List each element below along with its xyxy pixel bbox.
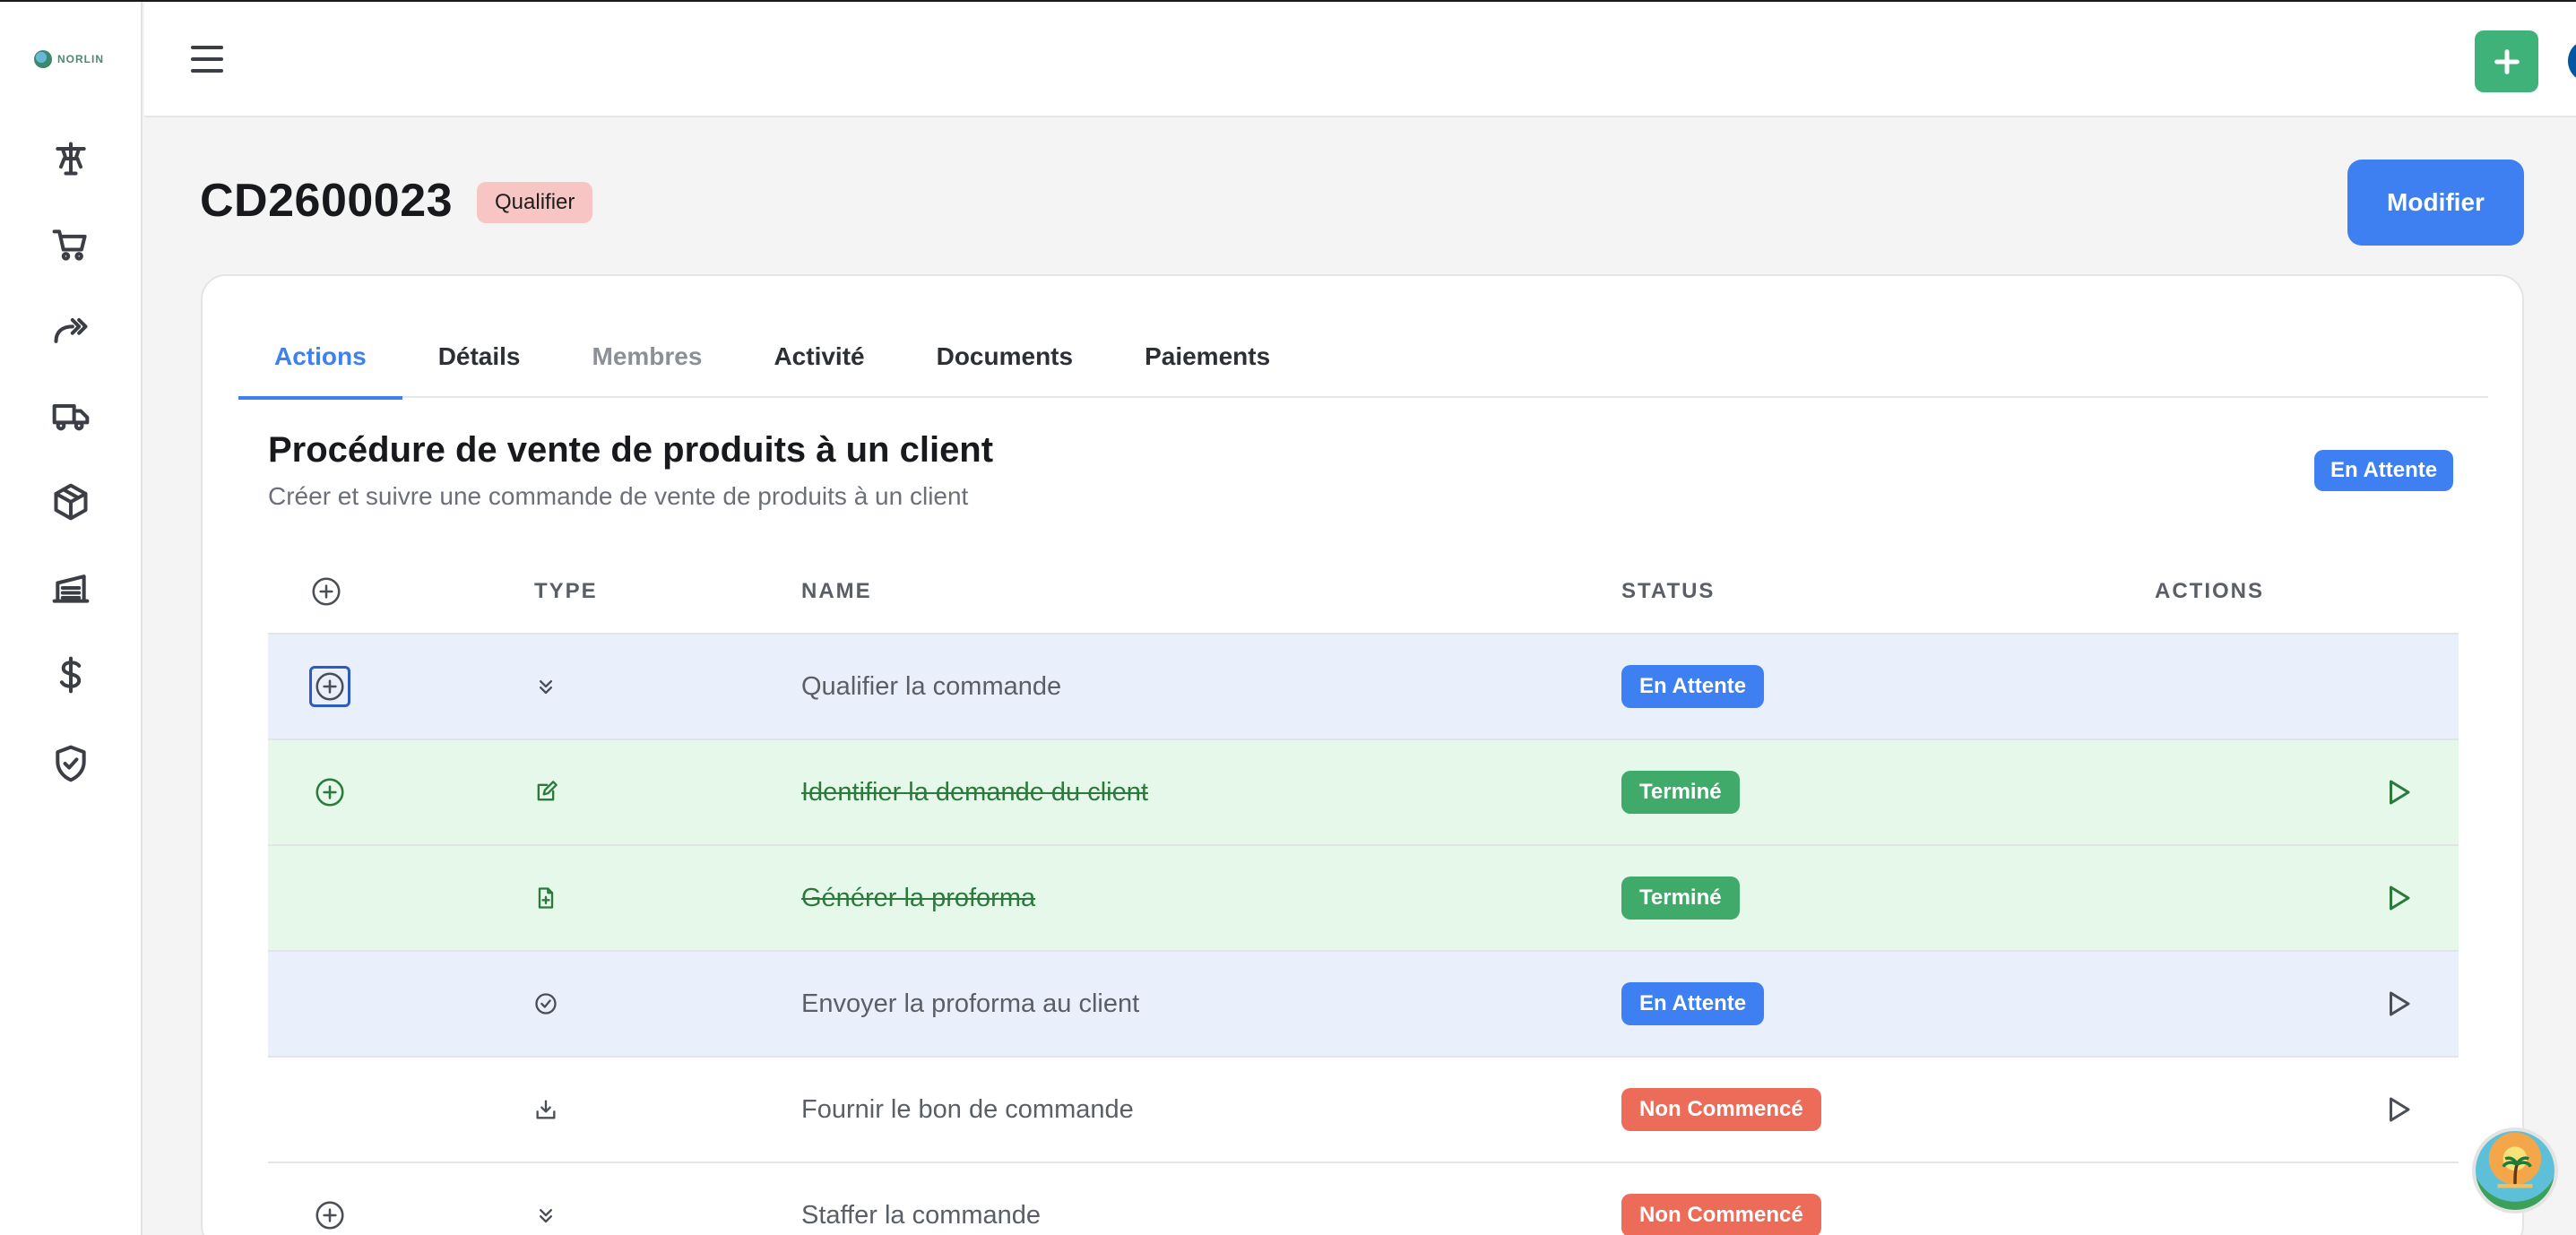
edit-icon bbox=[533, 740, 558, 844]
task-name[interactable]: Qualifier la commande bbox=[801, 672, 1061, 702]
tab-members[interactable]: Membres bbox=[557, 339, 739, 398]
status-badge: Non Commencé bbox=[1621, 1088, 1821, 1131]
assistant-fab[interactable] bbox=[2472, 1127, 2558, 1213]
column-header-type: TYPE bbox=[534, 579, 598, 603]
task-name[interactable]: Envoyer la proforma au client bbox=[801, 989, 1139, 1019]
table-header: TYPE NAME STATUS ACTIONS bbox=[268, 548, 2459, 635]
sidebar-item-finance[interactable] bbox=[50, 654, 91, 695]
status-badge: Qualifier bbox=[477, 182, 593, 223]
status-badge: En Attente bbox=[1621, 982, 1765, 1025]
status-badge: Terminé bbox=[1621, 877, 1740, 920]
sidebar-item-sales[interactable] bbox=[50, 224, 91, 265]
procedure-title: Procédure de vente de produits à un clie… bbox=[268, 430, 994, 470]
logo-globe-icon bbox=[34, 50, 52, 68]
forward-arrows-icon bbox=[54, 317, 88, 343]
sidebar: NORLIN bbox=[0, 2, 143, 1235]
status-badge: Terminé bbox=[1621, 771, 1740, 814]
table-row[interactable]: Envoyer la proforma au client En Attente bbox=[268, 952, 2459, 1058]
expand-all-icon[interactable] bbox=[309, 548, 343, 635]
tab-payments[interactable]: Paiements bbox=[1109, 339, 1306, 398]
file-plus-icon bbox=[533, 846, 558, 950]
sidebar-item-products[interactable] bbox=[50, 481, 91, 522]
tab-actions[interactable]: Actions bbox=[238, 339, 402, 400]
status-badge: Non Commencé bbox=[1621, 1194, 1821, 1235]
cart-icon bbox=[52, 229, 87, 261]
dashboard-icon bbox=[56, 142, 86, 176]
table-row[interactable]: Qualifier la commande En Attente bbox=[268, 635, 2459, 740]
shield-check-icon bbox=[56, 745, 86, 782]
tab-bar: Actions Détails Membres Activité Documen… bbox=[238, 339, 2488, 400]
sidebar-item-dashboard[interactable] bbox=[50, 138, 91, 179]
tab-documents[interactable]: Documents bbox=[901, 339, 1109, 398]
logo-text: NORLIN bbox=[57, 53, 104, 65]
expand-row-icon[interactable] bbox=[309, 635, 350, 738]
play-action-icon[interactable] bbox=[2382, 846, 2414, 950]
play-action-icon[interactable] bbox=[2382, 1058, 2414, 1162]
play-action-icon[interactable] bbox=[2382, 740, 2414, 844]
tab-details[interactable]: Détails bbox=[402, 339, 557, 398]
table-row[interactable]: Identifier la demande du client Terminé bbox=[268, 740, 2459, 846]
sidebar-item-security[interactable] bbox=[50, 743, 91, 784]
page-title: CD2600023 bbox=[200, 175, 454, 227]
order-card: Actions Détails Membres Activité Documen… bbox=[201, 274, 2524, 1235]
procedure-subtitle: Créer et suivre une commande de vente de… bbox=[268, 482, 969, 510]
table-row[interactable]: Générer la proforma Terminé bbox=[268, 846, 2459, 952]
check-circle-icon bbox=[533, 952, 558, 1056]
sidebar-item-delivery[interactable] bbox=[50, 395, 91, 436]
table-row[interactable]: Fournir le bon de commande Non Commencé bbox=[268, 1058, 2459, 1163]
double-chevron-down-icon bbox=[533, 635, 558, 738]
plus-icon bbox=[2494, 48, 2520, 74]
column-header-status: STATUS bbox=[1621, 579, 1716, 603]
expand-row-icon[interactable] bbox=[313, 740, 347, 844]
table-row[interactable]: Staffer la commande Non Commencé bbox=[268, 1163, 2459, 1235]
play-action-icon[interactable] bbox=[2382, 952, 2414, 1056]
flag-stripe-blue bbox=[2568, 39, 2576, 82]
add-button[interactable] bbox=[2475, 30, 2538, 92]
task-name[interactable]: Staffer la commande bbox=[801, 1201, 1041, 1231]
tab-activity[interactable]: Activité bbox=[738, 339, 900, 398]
column-header-name: NAME bbox=[801, 579, 872, 603]
task-name[interactable]: Fournir le bon de commande bbox=[801, 1095, 1134, 1125]
modify-button[interactable]: Modifier bbox=[2347, 160, 2524, 246]
palm-island-icon bbox=[2497, 1156, 2533, 1188]
status-badge: En Attente bbox=[1621, 665, 1765, 708]
dollar-icon bbox=[59, 656, 82, 694]
sidebar-item-forward[interactable] bbox=[50, 309, 91, 350]
sidebar-item-warehouse[interactable] bbox=[50, 567, 91, 609]
menu-toggle-icon[interactable] bbox=[189, 43, 225, 75]
app-logo[interactable]: NORLIN bbox=[34, 50, 104, 68]
download-tray-icon bbox=[533, 1058, 558, 1162]
truck-icon bbox=[52, 403, 90, 431]
task-name[interactable]: Identifier la demande du client bbox=[801, 778, 1148, 808]
double-chevron-down-icon bbox=[533, 1163, 558, 1235]
column-header-actions: ACTIONS bbox=[2155, 579, 2264, 603]
task-name[interactable]: Générer la proforma bbox=[801, 884, 1035, 913]
top-header bbox=[144, 2, 2576, 117]
warehouse-icon bbox=[52, 574, 90, 603]
procedure-status-badge: En Attente bbox=[2314, 450, 2454, 491]
expand-row-icon[interactable] bbox=[313, 1163, 347, 1235]
package-icon bbox=[54, 483, 88, 521]
language-flag-icon[interactable] bbox=[2568, 39, 2576, 82]
